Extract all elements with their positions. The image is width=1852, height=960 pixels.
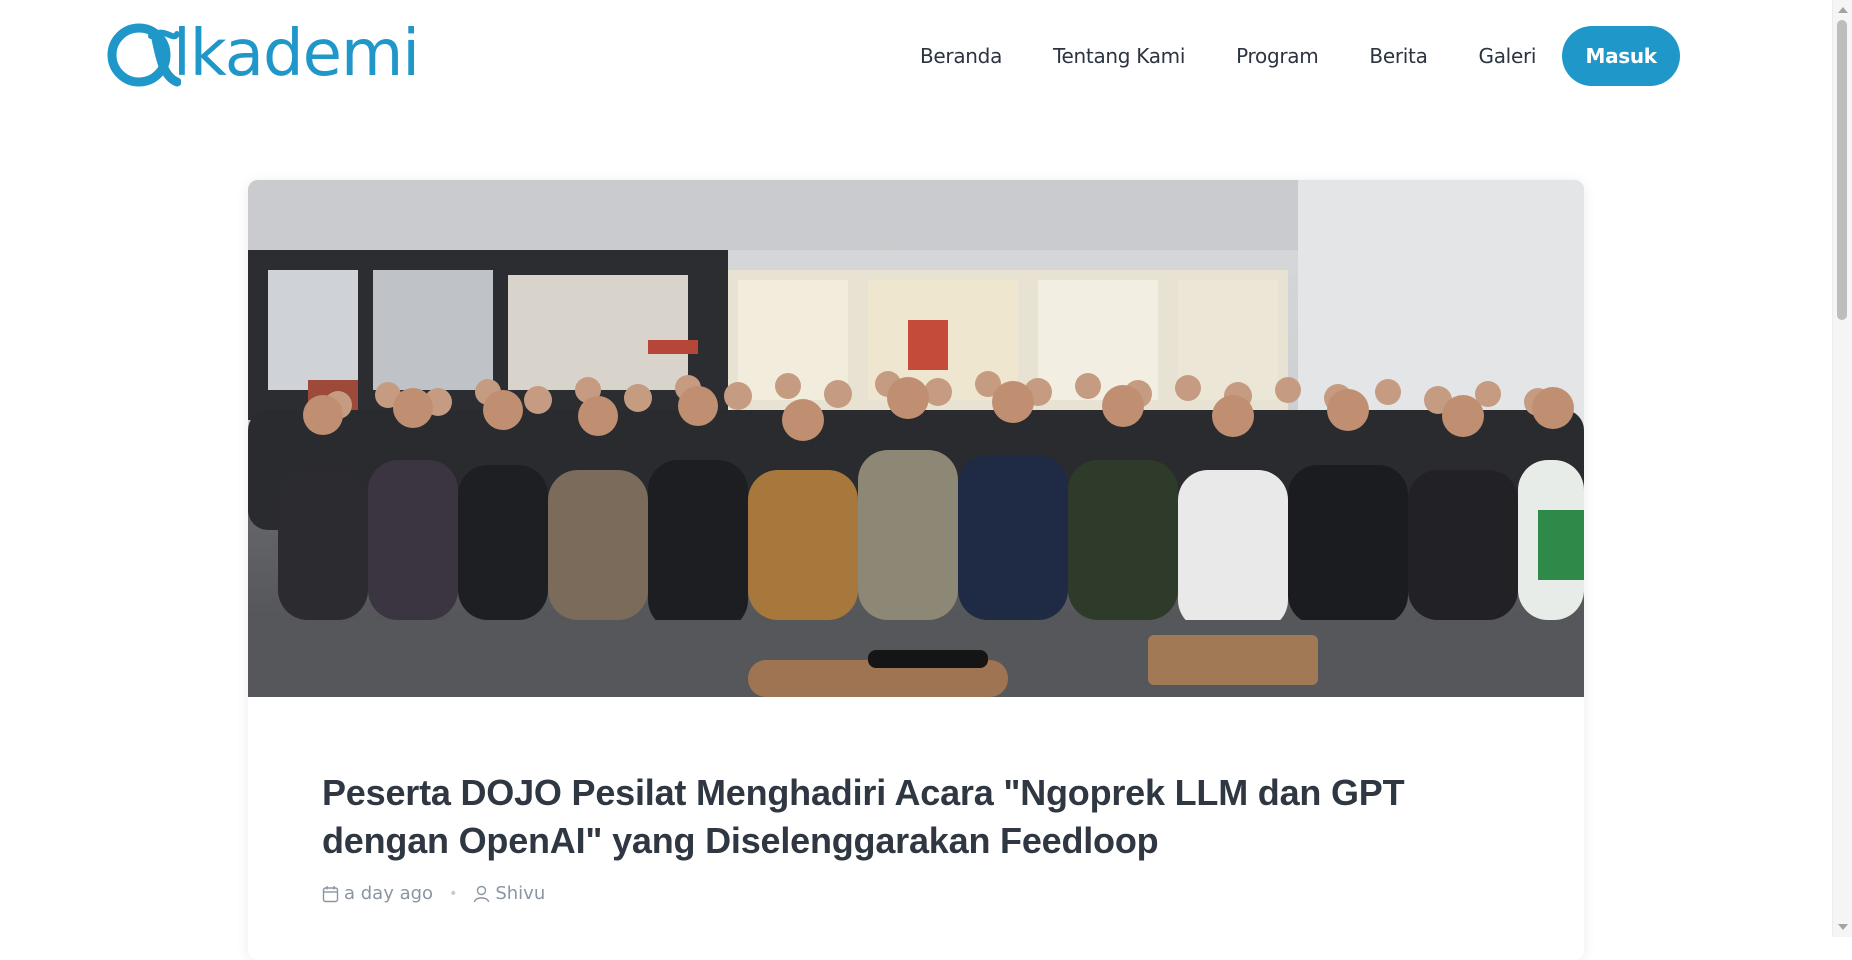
user-icon [474, 885, 490, 902]
site-logo[interactable]: lkademi [107, 17, 420, 91]
article-author[interactable]: Shivu [495, 883, 545, 904]
scrollbar-thumb[interactable] [1837, 20, 1847, 320]
nav-link-beranda[interactable]: Beranda [920, 44, 1002, 68]
site-header: lkademi Beranda Tentang Kami Program Ber… [0, 0, 1833, 112]
scroll-up-arrow-icon[interactable] [1838, 7, 1848, 13]
article-hero-image [248, 180, 1584, 697]
scroll-down-arrow-icon[interactable] [1838, 924, 1848, 930]
article-card: Peserta DOJO Pesilat Menghadiri Acara "N… [248, 180, 1584, 960]
nav-link-galeri[interactable]: Galeri [1479, 44, 1537, 68]
meta-separator: • [449, 885, 458, 902]
brand-name: lkademi [173, 17, 420, 91]
nav-link-program[interactable]: Program [1236, 44, 1319, 68]
article-date: a day ago [344, 883, 434, 904]
login-button[interactable]: Masuk [1562, 26, 1681, 86]
alpha-logo-icon [107, 23, 181, 87]
main-nav: Beranda Tentang Kami Program Berita Gale… [920, 26, 1681, 86]
nav-link-berita[interactable]: Berita [1369, 44, 1427, 68]
calendar-icon [322, 885, 339, 902]
article-title: Peserta DOJO Pesilat Menghadiri Acara "N… [322, 772, 1405, 861]
article-meta: a day ago • Shivu [322, 883, 545, 904]
nav-link-tentang-kami[interactable]: Tentang Kami [1053, 44, 1185, 68]
page-scrollbar[interactable] [1832, 0, 1852, 937]
